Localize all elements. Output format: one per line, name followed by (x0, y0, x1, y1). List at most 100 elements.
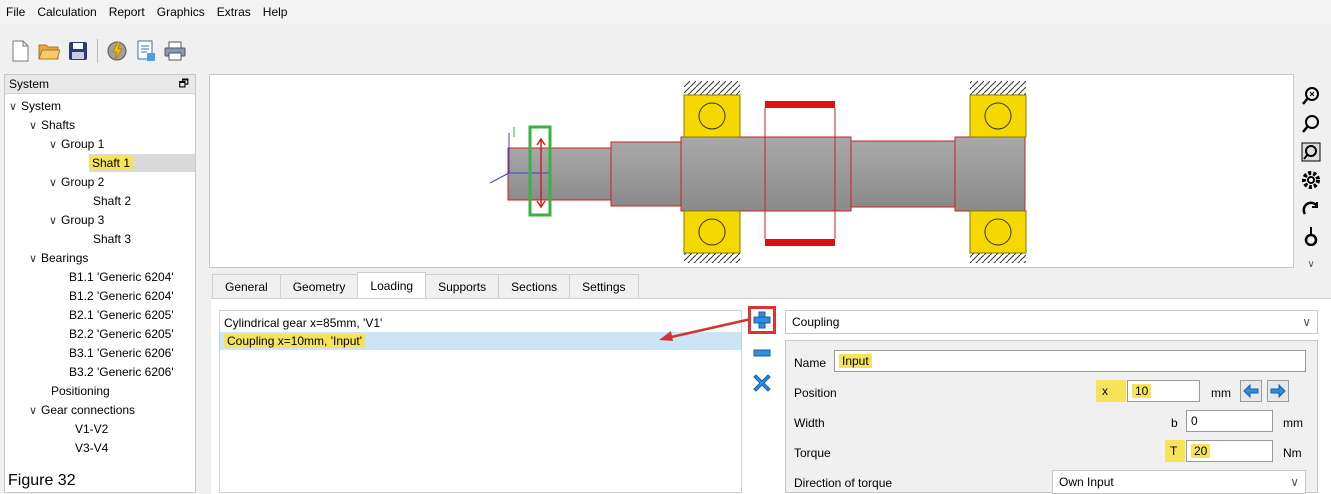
tree-item-group-1[interactable]: ∨ Group 1 (49, 135, 104, 153)
system-panel-header: System 🗗 (5, 75, 195, 94)
menu-report[interactable]: Report (103, 0, 151, 24)
chevron-down-icon[interactable]: ∨ (29, 250, 41, 268)
tree-item-group-2[interactable]: ∨ Group 2 (49, 173, 104, 191)
toolbar (0, 36, 187, 66)
zoom-window-icon[interactable] (1300, 140, 1322, 164)
new-document-icon[interactable] (8, 39, 32, 63)
open-folder-icon[interactable] (37, 39, 61, 63)
chevron-down-icon[interactable]: ∨ (49, 136, 61, 154)
name-label: Name (794, 356, 827, 370)
width-input[interactable]: 0 (1186, 410, 1273, 432)
gear-bottom-marker (765, 239, 835, 246)
tree-item-gear-connection[interactable]: V1-V2 (75, 420, 108, 438)
position-input[interactable]: 10 (1127, 380, 1200, 402)
save-icon[interactable] (66, 39, 90, 63)
chevron-down-icon[interactable]: ∨ (49, 212, 61, 230)
torque-input[interactable]: 20 (1186, 440, 1273, 462)
shaft-segment (610, 141, 682, 207)
move-left-button[interactable] (1240, 380, 1262, 402)
delete-all-loads-button[interactable] (751, 372, 773, 394)
coupling-properties: Name Input Position x 10 mm Width b 0 mm… (785, 340, 1318, 494)
tab-supports[interactable]: Supports (425, 274, 500, 298)
figure-caption: Figure 32 (8, 472, 76, 489)
arrow-right-icon (1270, 384, 1286, 398)
chevron-down-icon: ∨ (1302, 315, 1311, 329)
shaft-drawing (489, 81, 1027, 263)
tree-item-shafts[interactable]: ∨ Shafts (29, 116, 75, 134)
chevron-down-icon[interactable]: ∨ (49, 174, 61, 192)
menu-file[interactable]: File (0, 0, 31, 24)
settings-gear-icon[interactable] (1300, 168, 1322, 192)
move-right-button[interactable] (1267, 380, 1289, 402)
tree-item-shaft-3[interactable]: Shaft 3 (93, 230, 131, 248)
zoom-fit-icon[interactable] (1300, 84, 1322, 108)
add-icon (753, 311, 771, 329)
menu-extras[interactable]: Extras (211, 0, 257, 24)
torque-unit: Nm (1283, 446, 1302, 460)
chevron-down-icon[interactable]: ∨ (9, 98, 21, 116)
tab-sections[interactable]: Sections (498, 274, 571, 298)
torque-label: Torque (794, 446, 831, 460)
tree-item-bearing[interactable]: B2.1 'Generic 6205' (69, 306, 174, 324)
system-panel: System 🗗 ∨ System ∨ Shafts ∨ Group 1 Shaft … (4, 74, 196, 493)
shaft-segment (954, 136, 1026, 212)
shaft-segment (850, 140, 956, 208)
tree-item-system[interactable]: ∨ System (9, 97, 61, 115)
zoom-in-icon[interactable] (1300, 112, 1322, 136)
system-panel-title: System (9, 77, 50, 91)
toolbar-separator (97, 39, 98, 63)
direction-label: Direction of torque (794, 476, 893, 490)
direction-select[interactable]: Own Input ∨ (1052, 470, 1306, 494)
width-label: Width (794, 416, 825, 430)
force-icon[interactable] (1300, 224, 1322, 248)
shaft-segment (507, 147, 612, 201)
chevron-down-icon[interactable]: ∨ (29, 402, 41, 420)
shaft-segment (680, 136, 852, 212)
tab-geometry[interactable]: Geometry (279, 274, 359, 298)
tree-item-gear-connection[interactable]: V3-V4 (75, 439, 108, 457)
undock-icon[interactable]: 🗗 (179, 75, 189, 94)
calculate-icon[interactable] (105, 39, 129, 63)
menu-help[interactable]: Help (257, 0, 294, 24)
tab-settings[interactable]: Settings (569, 274, 639, 298)
tree-item-gear-connections[interactable]: ∨ Gear connections (29, 401, 135, 419)
width-symbol: b (1171, 416, 1178, 430)
load-actions (748, 306, 777, 402)
position-unit: mm (1211, 386, 1231, 400)
delete-all-icon (753, 374, 771, 392)
tree-item-bearing[interactable]: B2.2 'Generic 6205' (69, 325, 174, 343)
tree-item-bearing[interactable]: B3.1 'Generic 6206' (69, 344, 174, 362)
property-tabs: General Geometry Loading Supports Sectio… (212, 272, 639, 299)
tree-item-bearing[interactable]: B1.2 'Generic 6204' (69, 287, 174, 305)
tree-item-shaft-1[interactable]: Shaft 1 (89, 154, 195, 172)
tab-loading[interactable]: Loading (357, 272, 427, 299)
remove-load-button[interactable] (751, 342, 773, 364)
tree-item-shaft-2[interactable]: Shaft 2 (93, 192, 131, 210)
view-toolbar: ∨ (1300, 84, 1322, 280)
print-icon[interactable] (163, 39, 187, 63)
report-icon[interactable] (134, 39, 158, 63)
chevron-down-icon: ∨ (1290, 475, 1299, 489)
tab-general[interactable]: General (212, 274, 281, 298)
menu-graphics[interactable]: Graphics (151, 0, 211, 24)
tree-item-positioning[interactable]: Positioning (51, 382, 110, 400)
tree-item-bearing[interactable]: B1.1 'Generic 6204' (69, 268, 174, 286)
torque-symbol: T (1165, 440, 1185, 462)
width-unit: mm (1283, 416, 1303, 430)
name-input[interactable]: Input (834, 350, 1306, 372)
position-label: Position (794, 386, 837, 400)
position-symbol: x (1096, 380, 1126, 402)
remove-icon (753, 349, 771, 357)
expand-chevron-icon[interactable]: ∨ (1300, 252, 1322, 276)
menu-calculation[interactable]: Calculation (31, 0, 102, 24)
annotation-arrow (659, 317, 752, 341)
add-load-button[interactable] (748, 306, 776, 334)
rotate-icon[interactable] (1300, 196, 1322, 220)
tree-item-bearings[interactable]: ∨ Bearings (29, 249, 88, 267)
menu-bar: File Calculation Report Graphics Extras … (0, 0, 1331, 24)
chevron-down-icon[interactable]: ∨ (29, 117, 41, 135)
shaft-graphic-view[interactable] (209, 74, 1294, 268)
load-type-select[interactable]: Coupling ∨ (785, 310, 1318, 334)
tree-item-group-3[interactable]: ∨ Group 3 (49, 211, 104, 229)
tree-item-bearing[interactable]: B3.2 'Generic 6206' (69, 363, 174, 381)
